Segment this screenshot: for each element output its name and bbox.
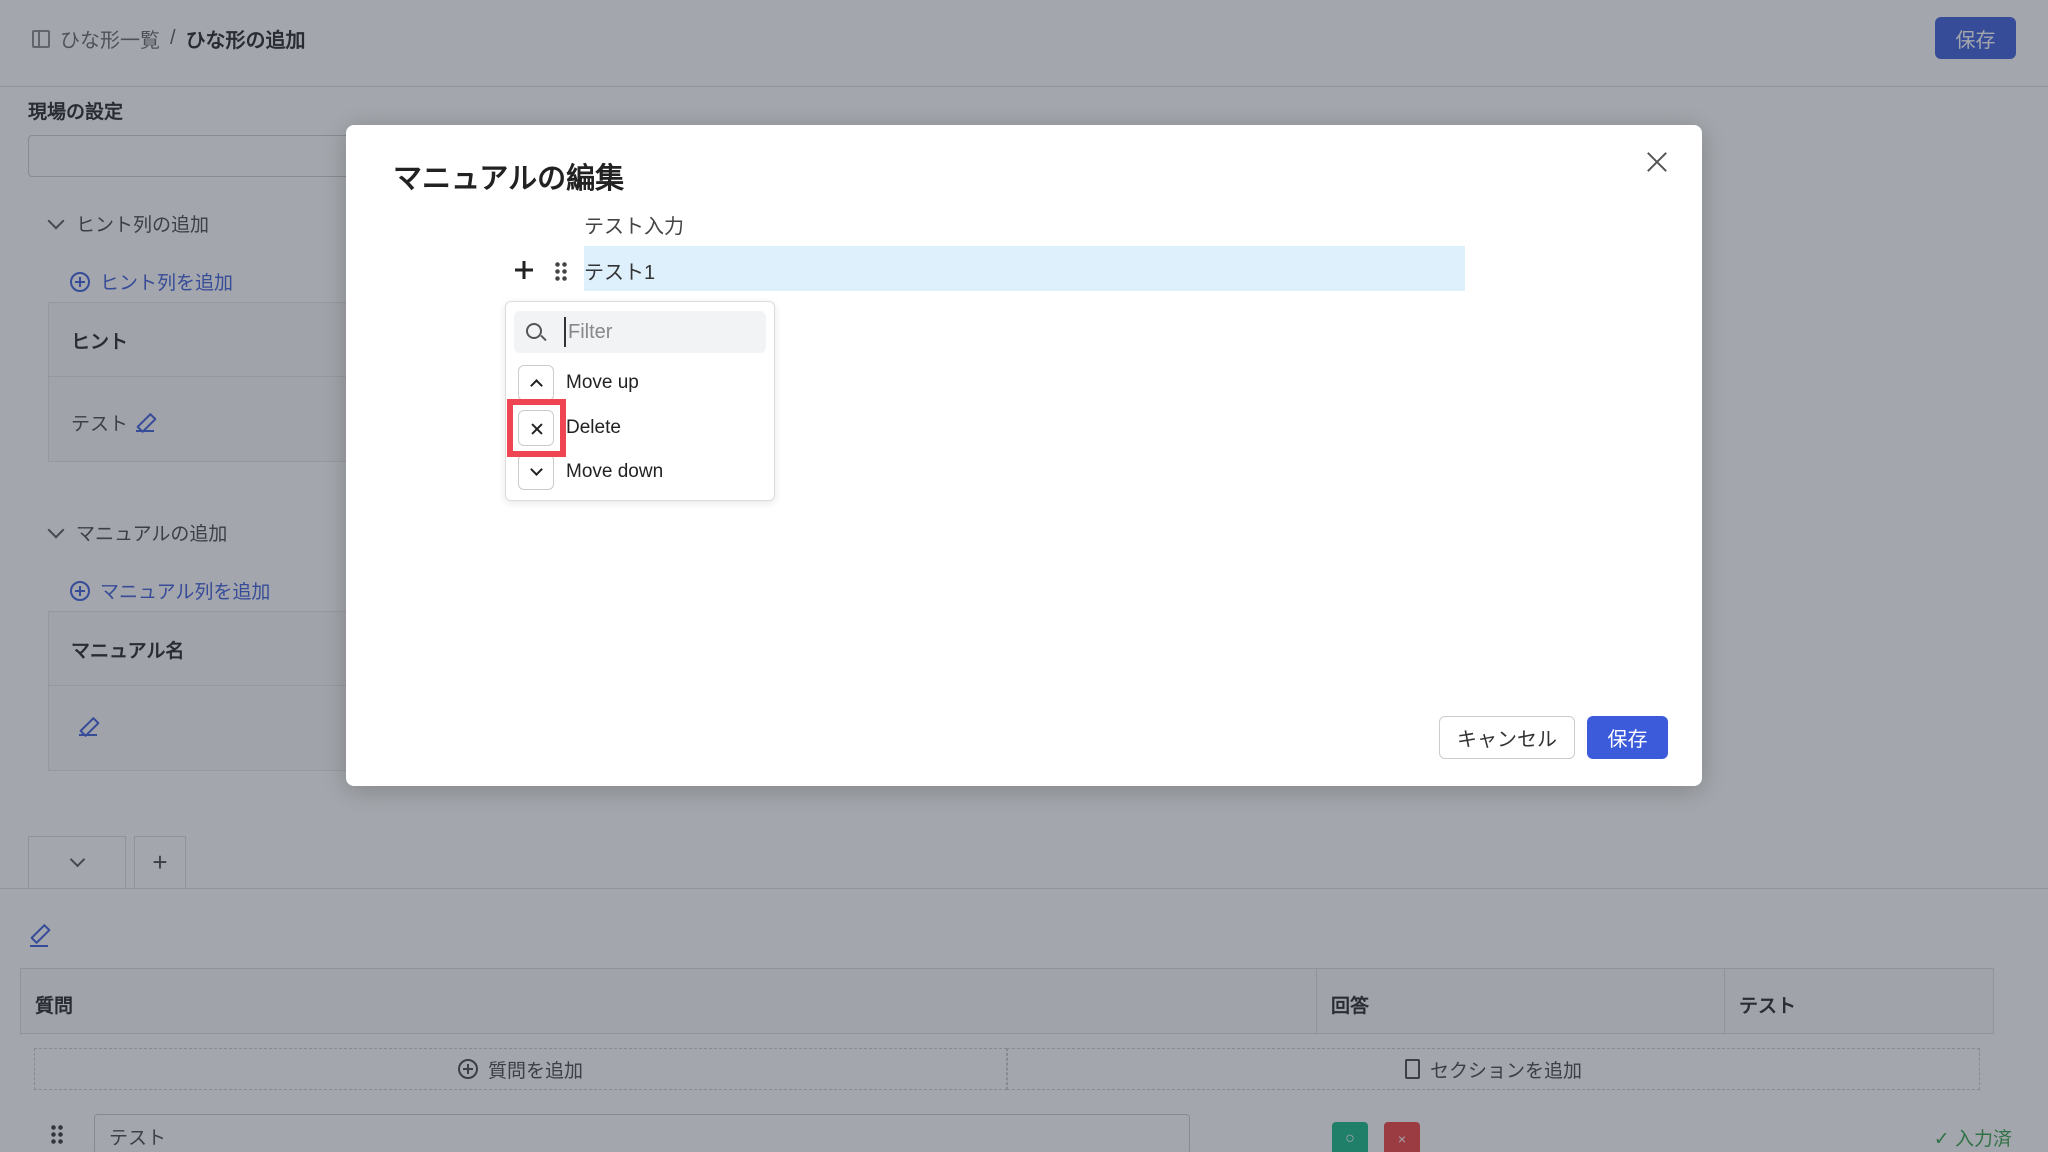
filter-input[interactable] [564, 317, 754, 347]
add-block-icon[interactable] [514, 260, 534, 280]
search-icon [526, 323, 542, 339]
chevron-up-icon [518, 365, 554, 401]
edit-manual-dialog: マニュアルの編集 テスト入力 テスト1 Move up Delete Move … [346, 125, 1702, 786]
editor-label: テスト入力 [584, 216, 684, 238]
menu-item-label: Move up [566, 372, 639, 393]
drag-handle-icon[interactable] [554, 261, 568, 283]
cancel-button[interactable]: キャンセル [1439, 716, 1575, 759]
selected-block[interactable]: テスト1 [584, 246, 1465, 291]
menu-item-move-up[interactable]: Move up [518, 365, 639, 401]
menu-item-label: Delete [566, 417, 621, 438]
save-button[interactable]: 保存 [1587, 716, 1668, 759]
close-icon[interactable] [1644, 149, 1670, 175]
menu-item-label: Move down [566, 461, 664, 482]
menu-item-move-down[interactable]: Move down [518, 454, 663, 490]
highlight-box [507, 399, 566, 457]
dialog-title: マニュアルの編集 [393, 163, 625, 195]
chevron-down-icon [518, 454, 554, 490]
filter-box [514, 311, 766, 353]
